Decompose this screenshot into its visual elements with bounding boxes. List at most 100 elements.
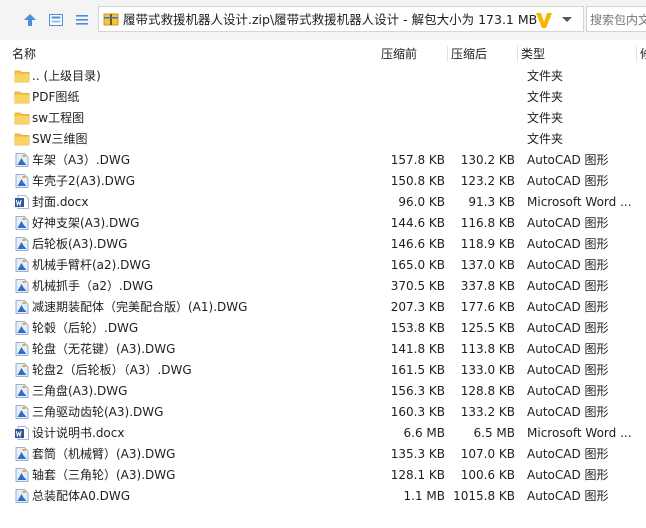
- file-type: AutoCAD 图形: [527, 489, 609, 503]
- dwg-icon: [14, 320, 30, 336]
- file-row[interactable]: 好神支架(A3).DWG 144.6 KB 116.8 KB AutoCAD 图形: [0, 213, 646, 234]
- compressed-size-after: 123.2 KB: [460, 174, 515, 188]
- file-name: 机械手臂杆(a2).DWG: [32, 258, 151, 272]
- compressed-size-after: 116.8 KB: [460, 216, 515, 230]
- file-row[interactable]: 总装配体A0.DWG 1.1 MB 1015.8 KB AutoCAD 图形: [0, 486, 646, 507]
- compressed-size-before: 157.8 KB: [390, 153, 445, 167]
- column-divider[interactable]: [447, 46, 448, 62]
- file-type: AutoCAD 图形: [527, 174, 609, 188]
- column-name[interactable]: 名称: [12, 44, 36, 64]
- file-row[interactable]: PDF图纸 文件夹: [0, 87, 646, 108]
- chevron-down-icon[interactable]: [561, 16, 573, 24]
- dwg-icon: [14, 446, 30, 462]
- address-path: 履带式救援机器人设计.zip\履带式救援机器人设计 - 解包大小为 173.1 …: [123, 12, 538, 27]
- file-name: 机械抓手（a2）.DWG: [32, 279, 154, 293]
- file-row[interactable]: 后轮板(A3).DWG 146.6 KB 118.9 KB AutoCAD 图形: [0, 234, 646, 255]
- file-row[interactable]: 三角驱动齿轮(A3).DWG 160.3 KB 133.2 KB AutoCAD 图形: [0, 402, 646, 423]
- file-name: 设计说明书.docx: [32, 426, 125, 440]
- file-row[interactable]: 机械手臂杆(a2).DWG 165.0 KB 137.0 KB AutoCAD 图形: [0, 255, 646, 276]
- folder-icon: [14, 68, 30, 84]
- file-name: 好神支架(A3).DWG: [32, 216, 140, 230]
- compressed-size-after: 107.0 KB: [460, 447, 515, 461]
- file-type: 文件夹: [527, 90, 564, 104]
- file-name: 套筒（机械臂）(A3).DWG: [32, 447, 176, 461]
- file-type: AutoCAD 图形: [527, 153, 609, 167]
- compressed-size-before: 144.6 KB: [390, 216, 445, 230]
- column-type[interactable]: 类型: [521, 44, 545, 64]
- file-row[interactable]: 设计说明书.docx 6.6 MB 6.5 MB Microsoft Word ...: [0, 423, 646, 444]
- compressed-size-after: 337.8 KB: [460, 279, 515, 293]
- compressed-size-before: 207.3 KB: [390, 300, 445, 314]
- file-name: 轮盘（无花键）(A3).DWG: [32, 342, 176, 356]
- file-type: 文件夹: [527, 69, 564, 83]
- word-icon: [14, 194, 30, 210]
- compressed-size-after: 130.2 KB: [460, 153, 515, 167]
- file-row[interactable]: 机械抓手（a2）.DWG 370.5 KB 337.8 KB AutoCAD 图形: [0, 276, 646, 297]
- list-view-button[interactable]: [72, 10, 92, 30]
- file-type: 文件夹: [527, 132, 564, 146]
- dwg-icon: [14, 236, 30, 252]
- compressed-size-after: 100.6 KB: [460, 468, 515, 482]
- dwg-icon: [14, 488, 30, 504]
- file-row[interactable]: SW三维图 文件夹: [0, 129, 646, 150]
- column-header: 名称 压缩前 压缩后 类型 修: [0, 44, 646, 64]
- column-divider[interactable]: [517, 46, 518, 62]
- compressed-size-after: 177.6 KB: [460, 300, 515, 314]
- file-name: 车架（A3）.DWG: [32, 153, 131, 167]
- compressed-size-before: 161.5 KB: [390, 363, 445, 377]
- compressed-size-before: 128.1 KB: [390, 468, 445, 482]
- dwg-icon: [14, 467, 30, 483]
- file-row[interactable]: 轴套（三角轮）(A3).DWG 128.1 KB 100.6 KB AutoCAD 图…: [0, 465, 646, 486]
- compressed-size-before: 135.3 KB: [390, 447, 445, 461]
- compressed-size-after: 118.9 KB: [460, 237, 515, 251]
- column-modified[interactable]: 修: [640, 44, 646, 64]
- file-name: PDF图纸: [32, 90, 80, 104]
- folder-icon: [14, 110, 30, 126]
- compressed-size-after: 133.2 KB: [460, 405, 515, 419]
- dwg-icon: [14, 404, 30, 420]
- file-type: AutoCAD 图形: [527, 447, 609, 461]
- column-divider[interactable]: [636, 46, 637, 62]
- dwg-icon: [14, 215, 30, 231]
- compressed-size-before: 156.3 KB: [390, 384, 445, 398]
- compressed-size-before: 1.1 MB: [403, 489, 445, 503]
- file-row[interactable]: 三角盘(A3).DWG 156.3 KB 128.8 KB AutoCAD 图形: [0, 381, 646, 402]
- file-type: AutoCAD 图形: [527, 468, 609, 482]
- file-row[interactable]: 轮盘2（后轮板）（A3）.DWG 161.5 KB 133.0 KB AutoCAD …: [0, 360, 646, 381]
- compressed-size-after: 128.8 KB: [460, 384, 515, 398]
- address-bar[interactable]: 履带式救援机器人设计.zip\履带式救援机器人设计 - 解包大小为 173.1 …: [98, 6, 584, 32]
- file-name: sw工程图: [32, 111, 85, 125]
- file-name: 轴套（三角轮）(A3).DWG: [32, 468, 176, 482]
- file-row[interactable]: 车壳子2(A3).DWG 150.8 KB 123.2 KB AutoCAD 图形: [0, 171, 646, 192]
- bandizip-logo-icon: [536, 13, 552, 28]
- file-row[interactable]: 减速期装配体（完美配合版）(A1).DWG 207.3 KB 177.6 KB Aut…: [0, 297, 646, 318]
- file-row[interactable]: sw工程图 文件夹: [0, 108, 646, 129]
- file-row[interactable]: .. (上级目录) 文件夹: [0, 66, 646, 87]
- up-arrow-button[interactable]: [20, 10, 40, 30]
- view-mode-button[interactable]: [46, 10, 66, 30]
- file-row[interactable]: 轮毂（后轮）.DWG 153.8 KB 125.5 KB AutoCAD 图形: [0, 318, 646, 339]
- file-row[interactable]: 轮盘（无花键）(A3).DWG 141.8 KB 113.8 KB AutoCAD 图…: [0, 339, 646, 360]
- column-compressed-before[interactable]: 压缩前: [381, 44, 417, 64]
- compressed-size-after: 125.5 KB: [460, 321, 515, 335]
- up-arrow-icon: [24, 14, 36, 26]
- toolbar: 履带式救援机器人设计.zip\履带式救援机器人设计 - 解包大小为 173.1 …: [0, 0, 646, 40]
- file-row[interactable]: 套筒（机械臂）(A3).DWG 135.3 KB 107.0 KB AutoCAD 图…: [0, 444, 646, 465]
- compressed-size-after: 113.8 KB: [460, 342, 515, 356]
- file-type: AutoCAD 图形: [527, 363, 609, 377]
- file-row[interactable]: 封面.docx 96.0 KB 91.3 KB Microsoft Word ...: [0, 192, 646, 213]
- dwg-icon: [14, 362, 30, 378]
- dwg-icon: [14, 278, 30, 294]
- file-name: 封面.docx: [32, 195, 89, 209]
- file-row[interactable]: 车架（A3）.DWG 157.8 KB 130.2 KB AutoCAD 图形: [0, 150, 646, 171]
- compressed-size-before: 165.0 KB: [390, 258, 445, 272]
- dwg-icon: [14, 341, 30, 357]
- compressed-size-after: 133.0 KB: [460, 363, 515, 377]
- file-name: 后轮板(A3).DWG: [32, 237, 128, 251]
- view-mode-icon: [49, 14, 63, 26]
- file-name: .. (上级目录): [32, 69, 101, 83]
- file-name: 轮毂（后轮）.DWG: [32, 321, 139, 335]
- compressed-size-before: 141.8 KB: [390, 342, 445, 356]
- search-input[interactable]: 搜索包内文件: [586, 6, 646, 32]
- column-compressed-after[interactable]: 压缩后: [451, 44, 487, 64]
